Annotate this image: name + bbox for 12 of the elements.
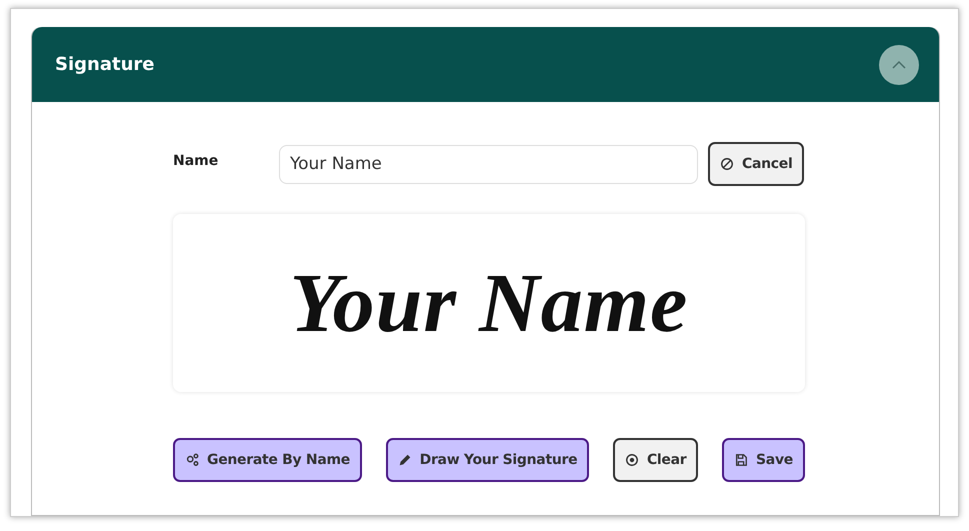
name-input-field[interactable]: Your Name	[279, 144, 698, 184]
action-button[interactable]: Draw Your Signature	[386, 438, 590, 482]
action-button[interactable]: Clear	[612, 438, 698, 482]
action-button[interactable]: Save	[722, 438, 805, 482]
signature-text: Your Name	[290, 256, 688, 352]
collapse-button[interactable]	[879, 44, 919, 84]
action-button[interactable]: Generate By Name	[173, 438, 362, 482]
name-label: Name	[173, 153, 220, 169]
pencil-icon	[398, 453, 412, 467]
cancel-button[interactable]: Cancel	[708, 142, 804, 186]
cancel-icon	[720, 157, 734, 171]
panel-title: Signature	[55, 54, 154, 75]
